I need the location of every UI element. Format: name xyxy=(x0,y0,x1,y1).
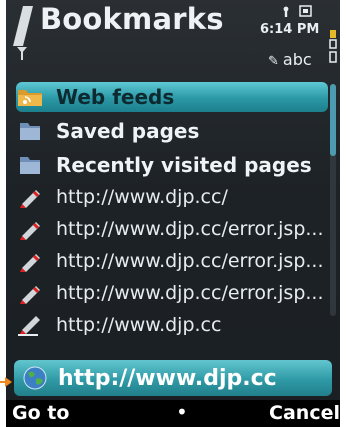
softkey-middle[interactable]: • xyxy=(176,400,188,424)
list-item-bookmark[interactable]: http://www.djp.cc/ xyxy=(16,182,328,212)
feed-folder-icon xyxy=(18,90,42,106)
pen-icon: ✎ xyxy=(268,54,279,69)
bookmark-pen-icon xyxy=(20,254,40,272)
input-mode-indicator: ✎ abc xyxy=(268,50,312,69)
list-item-bookmark[interactable]: http://www.djp.cc/error.jsp... xyxy=(16,278,328,308)
softkey-go-to[interactable]: Go to xyxy=(12,402,69,424)
list-item-saved-pages[interactable]: Saved pages xyxy=(16,116,328,146)
folder-icon xyxy=(20,123,40,140)
list-item-label: http://www.djp.cc/error.jsp... xyxy=(56,282,324,304)
scrollbar[interactable] xyxy=(330,84,336,316)
bookmark-pen-icon xyxy=(20,222,40,240)
battery-icon xyxy=(329,30,337,63)
bookmark-pen-icon xyxy=(20,286,40,304)
globe-icon xyxy=(23,366,47,390)
clock: 6:14 PM xyxy=(260,22,320,37)
folder-icon xyxy=(20,157,40,174)
status-header: Bookmarks 6:14 PM ✎ abc xyxy=(6,0,340,76)
list-item-web-feeds[interactable]: Web feeds xyxy=(16,82,328,112)
bookmark-pen-icon xyxy=(18,316,40,336)
list-item-bookmark[interactable]: http://www.djp.cc/error.jsp... xyxy=(16,246,328,276)
list-item-label: http://www.djp.cc/ xyxy=(56,186,228,208)
address-input-value: http://www.djp.cc xyxy=(58,365,277,391)
list-item-bookmark[interactable]: http://www.djp.cc/error.jsp... xyxy=(16,214,328,244)
softkey-bar: Go to • Cancel xyxy=(6,400,340,427)
list-item-label: http://www.djp.cc xyxy=(56,314,222,336)
list-item-bookmark[interactable]: http://www.djp.cc xyxy=(16,310,328,340)
list-item-label: http://www.djp.cc/error.jsp... xyxy=(56,218,324,240)
softkey-cancel[interactable]: Cancel xyxy=(269,402,340,424)
list-item-label: Web feeds xyxy=(56,85,175,109)
title-accent xyxy=(13,6,33,46)
list-item-label: http://www.djp.cc/error.jsp... xyxy=(56,250,324,272)
address-field[interactable]: http://www.djp.cc xyxy=(14,360,332,396)
scrollbar-thumb[interactable] xyxy=(330,84,336,156)
list-item-recently-visited[interactable]: Recently visited pages xyxy=(16,150,328,180)
input-mode-label: abc xyxy=(282,50,312,69)
phone-screen: Bookmarks 6:14 PM ✎ abc Web feeds Saved … xyxy=(6,0,340,427)
page-title: Bookmarks xyxy=(40,2,224,36)
list-item-label: Saved pages xyxy=(56,119,200,143)
status-icons xyxy=(283,5,312,17)
signal-icon xyxy=(17,47,27,60)
bookmark-pen-icon xyxy=(20,190,40,208)
list-item-label: Recently visited pages xyxy=(56,153,312,177)
pointer-arrow-icon xyxy=(0,377,12,387)
